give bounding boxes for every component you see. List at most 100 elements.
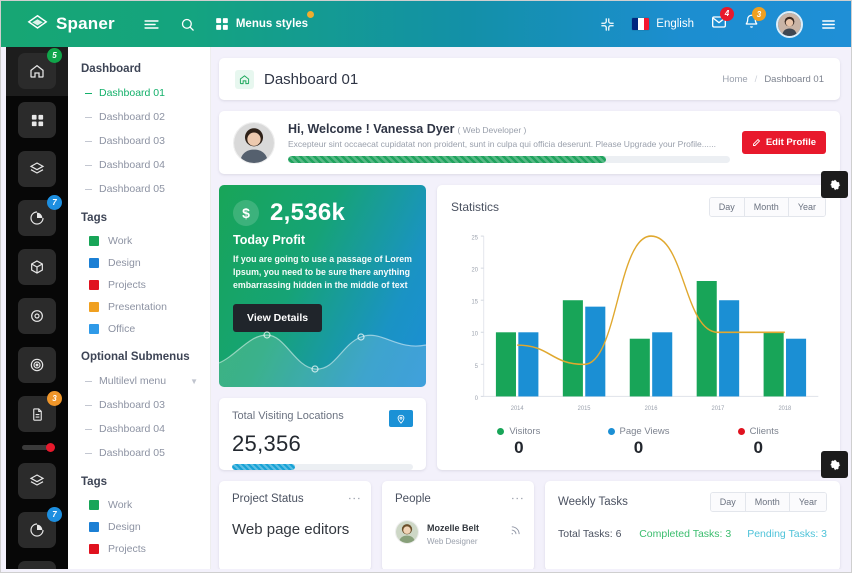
file-icon[interactable]: 3 <box>18 391 62 432</box>
sidebar-item-optional-dashboard-03[interactable]: Dashboard 03 <box>68 393 210 417</box>
welcome-greeting-text: Hi, Welcome ! Vanessa Dyer <box>288 122 455 136</box>
grid-icon[interactable] <box>18 102 56 138</box>
rail-item-package-2[interactable] <box>18 561 56 569</box>
sidebar-item-dashboard-02[interactable]: Dashboard 02 <box>68 105 210 129</box>
rail-item-package[interactable] <box>18 249 56 285</box>
svg-text:0: 0 <box>475 394 479 402</box>
dash-icon <box>85 380 92 382</box>
icon-rail: 5 7 3 7 <box>6 47 68 569</box>
rail-item-layers-2[interactable] <box>18 463 56 499</box>
rail-item-apps[interactable] <box>18 102 56 138</box>
stats-range-year[interactable]: Year <box>788 198 825 216</box>
notifications-button[interactable]: 3 <box>744 7 766 34</box>
tasks-range-year[interactable]: Year <box>789 493 826 511</box>
sidebar-section-optional: Optional Submenus <box>81 351 190 363</box>
settings-gear-button-top[interactable] <box>821 171 848 198</box>
rail-item-home[interactable]: 5 <box>6 47 68 96</box>
kebab-icon[interactable]: ⋮ <box>347 492 362 505</box>
sidebar-tag-design[interactable]: Design <box>68 252 210 274</box>
layers-icon[interactable] <box>18 463 56 499</box>
rail-item-layers[interactable] <box>18 151 56 187</box>
compress-icon[interactable] <box>600 17 615 32</box>
tasks-range-month[interactable]: Month <box>745 493 790 511</box>
legend-label: Visitors <box>509 426 541 437</box>
location-pin-icon[interactable] <box>389 410 413 427</box>
settings-gear-button-bottom[interactable] <box>821 451 848 478</box>
sidebar-tag-office[interactable]: Office <box>68 318 210 340</box>
nav-icon-group: Menus styles <box>143 11 315 33</box>
visits-head: Total Visiting Locations <box>232 410 413 427</box>
sidebar-item-multilevel-menu[interactable]: Multilevl menu ▼ <box>68 369 210 393</box>
person-name: Mozelle Belt <box>427 523 480 533</box>
rail-item-documents[interactable]: 3 <box>18 391 62 432</box>
profile-progress-bar <box>288 156 730 163</box>
sidebar-tag-projects[interactable]: Projects <box>68 274 210 296</box>
legend-value: 0 <box>514 438 524 457</box>
sidebar-tag-design-2[interactable]: Design <box>68 516 210 538</box>
nav-right-group: English 4 3 <box>600 6 851 38</box>
layers-icon[interactable] <box>18 151 56 187</box>
tasks-range-day[interactable]: Day <box>710 493 746 511</box>
sidebar-item-dashboard-04[interactable]: Dashboard 04 <box>68 153 210 177</box>
legend-item-visitors: Visitors 0 <box>459 426 579 458</box>
right-panel-toggle-icon[interactable] <box>820 16 837 33</box>
total-tasks-label: Total Tasks: 6 <box>558 528 622 540</box>
profit-sparkline <box>219 331 426 387</box>
gear-ring-icon[interactable] <box>18 298 56 334</box>
rail-item-target[interactable] <box>18 347 56 383</box>
sidebar-item-dashboard-05[interactable]: Dashboard 05 <box>68 177 210 201</box>
list-item[interactable]: Mozelle Belt Web Designer <box>395 518 521 546</box>
language-selector[interactable]: English <box>632 18 694 30</box>
gear-icon <box>829 179 840 190</box>
box-icon[interactable] <box>18 561 56 569</box>
sidebar-item-optional-dashboard-05[interactable]: Dashboard 05 <box>68 441 210 465</box>
legend-page-views-top: Page Views <box>579 426 699 437</box>
app-root: Spaner Menus styles English 4 3 5 7 3 7 … <box>0 0 852 573</box>
user-avatar[interactable] <box>776 10 803 38</box>
pie-chart-icon[interactable]: 7 <box>18 507 62 548</box>
menus-styles-button[interactable]: Menus styles <box>215 11 315 31</box>
weekly-tasks-title: Weekly Tasks <box>558 496 628 508</box>
tag-swatch <box>89 544 99 554</box>
dash-icon <box>85 140 92 142</box>
rail-item-settings[interactable] <box>18 298 56 334</box>
home-icon[interactable]: 5 <box>18 48 62 89</box>
visits-progress-fill <box>232 464 296 470</box>
sidebar-tag-projects-2[interactable]: Projects <box>68 538 210 560</box>
welcome-body: Hi, Welcome ! Vanessa Dyer( Web Develope… <box>288 122 730 163</box>
sidebar-item-dashboard-01[interactable]: Dashboard 01 <box>68 81 210 105</box>
sidebar-item-dashboard-03[interactable]: Dashboard 03 <box>68 129 210 153</box>
edit-profile-button[interactable]: Edit Profile <box>741 131 826 154</box>
tag-swatch <box>89 324 99 334</box>
sidebar-item-optional-dashboard-04[interactable]: Dashboard 04 <box>68 417 210 441</box>
stats-range-month[interactable]: Month <box>744 198 789 216</box>
messages-button[interactable]: 4 <box>711 6 734 35</box>
sidebar-tag-label: Design <box>108 257 141 269</box>
rss-icon[interactable] <box>510 523 521 541</box>
kebab-icon[interactable]: ⋮ <box>510 492 525 505</box>
sidebar-tag-presentation[interactable]: Presentation <box>68 296 210 318</box>
stats-range-day[interactable]: Day <box>709 198 745 216</box>
tag-swatch <box>89 522 99 532</box>
breadcrumb-home[interactable]: Home <box>722 74 747 85</box>
sidebar-tag-work-2[interactable]: Work <box>68 494 210 516</box>
edit-profile-label: Edit Profile <box>765 137 816 148</box>
bell-badge: 3 <box>752 7 766 21</box>
svg-text:2014: 2014 <box>511 405 524 413</box>
tag-swatch <box>89 258 99 268</box>
sidebar-tag-work[interactable]: Work <box>68 230 210 252</box>
sidebar-tag-label: Design <box>108 521 141 533</box>
rail-item-analytics[interactable]: 7 <box>18 195 62 236</box>
pie-chart-icon[interactable]: 7 <box>18 195 62 236</box>
sidebar-item-label: Dashboard 05 <box>99 183 165 195</box>
legend-clients-top: Clients <box>698 426 818 437</box>
hamburger-icon[interactable] <box>143 16 160 33</box>
brand[interactable]: Spaner <box>1 14 129 35</box>
rail-badge-home: 5 <box>47 48 62 63</box>
box-icon[interactable] <box>18 249 56 285</box>
tag-swatch <box>89 500 99 510</box>
rail-item-analytics-2[interactable]: 7 <box>18 507 62 548</box>
welcome-greeting: Hi, Welcome ! Vanessa Dyer( Web Develope… <box>288 122 730 136</box>
search-icon[interactable] <box>180 17 195 32</box>
target-icon[interactable] <box>18 347 56 383</box>
